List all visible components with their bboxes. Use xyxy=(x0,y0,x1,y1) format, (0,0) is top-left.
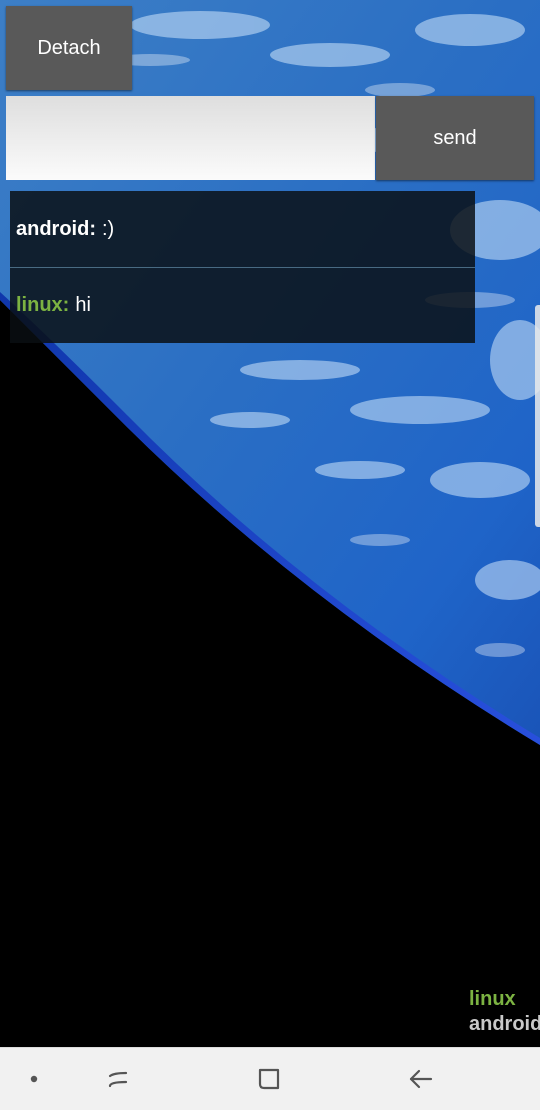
send-button[interactable]: send xyxy=(376,96,534,180)
back-icon[interactable] xyxy=(405,1064,435,1094)
edge-panel-handle[interactable] xyxy=(535,305,540,527)
message-sender: linux: xyxy=(16,294,70,316)
message-sender: android: xyxy=(16,217,96,240)
message-text: hi xyxy=(75,294,91,316)
message-input[interactable] xyxy=(6,96,375,180)
message-list: android: :) linux: hi xyxy=(10,191,475,343)
dot-icon[interactable] xyxy=(19,1064,49,1094)
message-item: android: :) xyxy=(10,191,475,267)
user-list-item: android xyxy=(469,1013,540,1035)
recents-icon[interactable] xyxy=(103,1064,133,1094)
navigation-bar xyxy=(0,1047,540,1110)
user-list-item: linux xyxy=(469,988,516,1010)
user-list: linux android xyxy=(469,987,540,1037)
message-text: :) xyxy=(102,217,115,240)
detach-button[interactable]: Detach xyxy=(6,6,132,90)
message-item: linux: hi xyxy=(10,267,475,343)
home-icon[interactable] xyxy=(254,1064,284,1094)
